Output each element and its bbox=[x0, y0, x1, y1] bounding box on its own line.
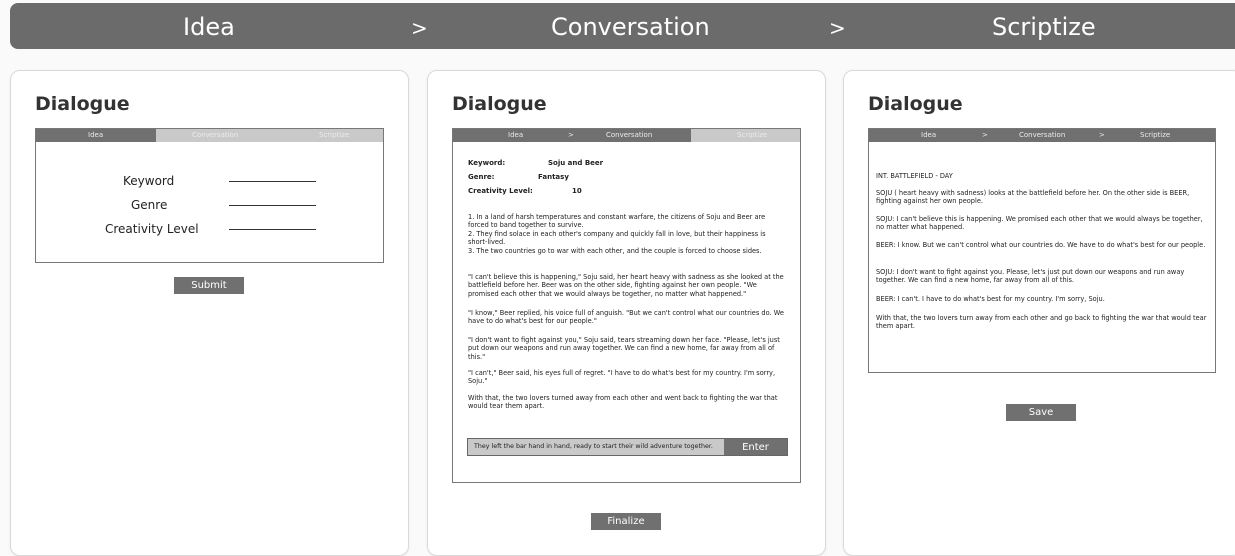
mini-tab-scriptize[interactable]: Scriptize bbox=[1140, 131, 1170, 139]
keyword-label: Keyword: bbox=[468, 159, 506, 167]
mini-tab-conversation[interactable]: Conversation bbox=[192, 131, 238, 139]
card-title: Dialogue bbox=[35, 93, 130, 115]
conversation-frame: Idea > Conversation Scriptize Keyword: S… bbox=[452, 128, 801, 483]
keyword-value: Soju and Beer bbox=[548, 159, 604, 167]
script-line: With that, the two lovers turn away from… bbox=[876, 314, 1207, 331]
script-line: SOJU ( heart heavy with sadness) looks a… bbox=[876, 189, 1190, 206]
enter-button[interactable]: Enter bbox=[724, 439, 787, 455]
mini-tab-scriptize[interactable]: Scriptize bbox=[319, 131, 349, 139]
step-separator: > bbox=[829, 16, 846, 40]
genre-value: Fantasy bbox=[538, 173, 569, 181]
step-scriptize[interactable]: Scriptize bbox=[992, 13, 1096, 41]
step-separator: > bbox=[411, 16, 428, 40]
mini-tab-scriptize[interactable]: Scriptize bbox=[737, 131, 767, 139]
mini-tab-idea[interactable]: Idea bbox=[88, 131, 103, 139]
story-paragraph: "I can't believe this is happening," Soj… bbox=[468, 273, 784, 298]
story-paragraph: "I know," Beer replied, his voice full o… bbox=[468, 309, 784, 326]
mini-tab-conversation[interactable]: Conversation bbox=[1019, 131, 1065, 139]
script-line: BEER: I know. But we can't control what … bbox=[876, 241, 1206, 249]
mini-tab-separator: > bbox=[568, 131, 574, 139]
idea-frame: Idea Conversation Scriptize Keyword Genr… bbox=[35, 128, 384, 263]
step-conversation[interactable]: Conversation bbox=[551, 13, 710, 41]
prompt-input-row: They left the bar hand in hand, ready to… bbox=[467, 438, 788, 456]
script-line: INT. BATTLEFIELD - DAY bbox=[876, 172, 953, 180]
mini-tab-bar: Idea Conversation Scriptize bbox=[36, 129, 383, 142]
finalize-button[interactable]: Finalize bbox=[591, 513, 661, 530]
step-idea[interactable]: Idea bbox=[183, 13, 235, 41]
mini-tab-idea[interactable]: Idea bbox=[508, 131, 523, 139]
genre-input[interactable] bbox=[229, 205, 316, 206]
mini-tab-bar: Idea > Conversation > Scriptize bbox=[869, 129, 1215, 142]
genre-label: Genre bbox=[131, 198, 168, 212]
story-paragraph: "I don't want to fight against you," Soj… bbox=[468, 336, 780, 361]
script-line: SOJU: I can't believe this is happening.… bbox=[876, 215, 1203, 232]
creativity-input[interactable] bbox=[229, 229, 316, 230]
creativity-label: Creativity Level bbox=[105, 222, 199, 236]
story-paragraph: "I can't," Beer said, his eyes full of r… bbox=[468, 369, 776, 386]
conversation-card: Dialogue Idea > Conversation Scriptize K… bbox=[427, 70, 826, 556]
genre-label: Genre: bbox=[468, 173, 495, 181]
script-line: BEER: I can't. I have to do what's best … bbox=[876, 295, 1105, 303]
mini-tab-conversation[interactable]: Conversation bbox=[606, 131, 652, 139]
story-outline: 1. In a land of harsh temperatures and c… bbox=[468, 213, 766, 255]
step-bar: Idea > Conversation > Scriptize bbox=[10, 3, 1235, 49]
creativity-value: 10 bbox=[572, 187, 582, 195]
mini-tab-separator: > bbox=[1099, 131, 1105, 139]
mini-tab-bar: Idea > Conversation Scriptize bbox=[453, 129, 800, 142]
prompt-input[interactable]: They left the bar hand in hand, ready to… bbox=[474, 443, 713, 451]
save-button[interactable]: Save bbox=[1006, 404, 1076, 421]
keyword-label: Keyword bbox=[123, 174, 175, 188]
idea-card: Dialogue Idea Conversation Scriptize Key… bbox=[10, 70, 409, 556]
card-title: Dialogue bbox=[868, 93, 963, 115]
creativity-label: Creativity Level: bbox=[468, 187, 533, 195]
script-line: SOJU: I don't want to fight against you.… bbox=[876, 268, 1185, 285]
card-title: Dialogue bbox=[452, 93, 547, 115]
script-frame: Idea > Conversation > Scriptize INT. BAT… bbox=[868, 128, 1216, 373]
story-paragraph: With that, the two lovers turned away fr… bbox=[468, 394, 778, 411]
scriptize-card: Dialogue Idea > Conversation > Scriptize… bbox=[843, 70, 1235, 556]
submit-button[interactable]: Submit bbox=[174, 277, 244, 294]
keyword-input[interactable] bbox=[229, 181, 316, 182]
mini-tab-idea[interactable]: Idea bbox=[921, 131, 936, 139]
mini-tab-separator: > bbox=[982, 131, 988, 139]
